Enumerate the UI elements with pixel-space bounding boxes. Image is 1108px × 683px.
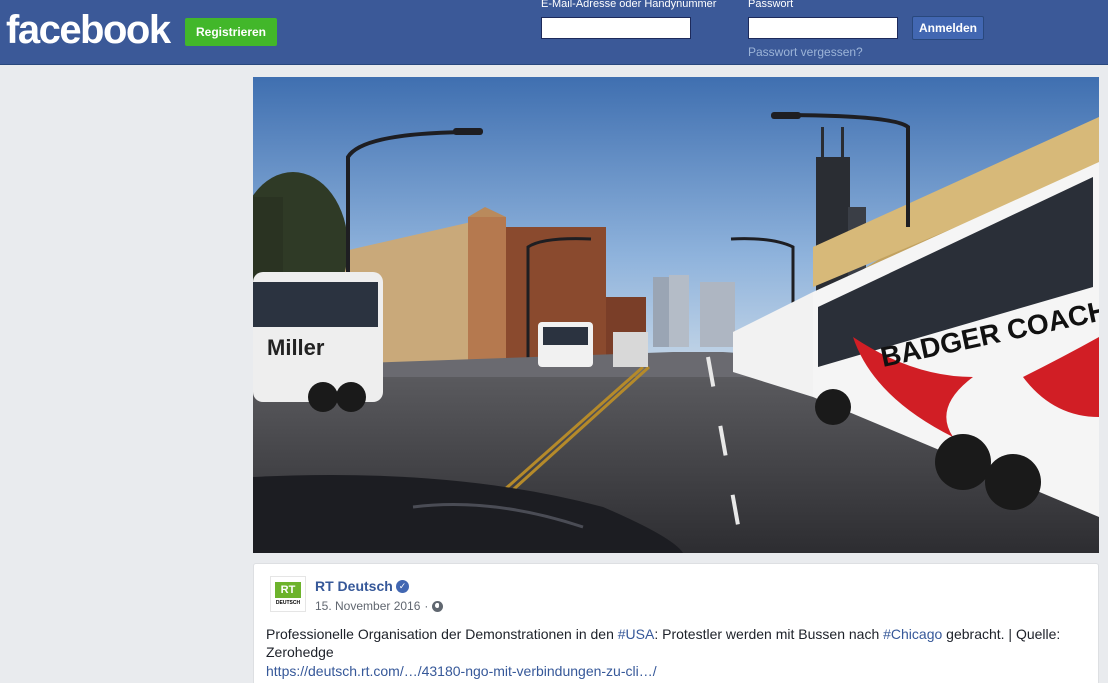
post-date[interactable]: 15. November 2016 — [315, 599, 420, 613]
post-message: Professionelle Organisation der Demonstr… — [266, 625, 1086, 661]
page-name-link[interactable]: RT Deutsch — [315, 578, 393, 594]
password-input[interactable] — [748, 17, 898, 39]
page-avatar[interactable]: RT DEUTSCH — [270, 576, 306, 612]
post-video[interactable]: Miller BADGER COACHES — [253, 77, 1099, 553]
login-button[interactable]: Anmelden — [912, 16, 984, 40]
rt-logo-subtext: DEUTSCH — [275, 600, 301, 606]
post-url-link[interactable]: https://deutsch.rt.com/…/43180-ngo-mit-v… — [266, 663, 657, 679]
verified-badge-icon: ✓ — [396, 580, 409, 593]
post-meta: 15. November 2016 · — [315, 599, 444, 613]
post-card: RT DEUTSCH RT Deutsch ✓ 15. November 201… — [253, 563, 1099, 683]
left-bus-label: Miller — [267, 335, 325, 360]
top-navigation-bar: facebook Registrieren E-Mail-Adresse ode… — [0, 0, 1108, 65]
hashtag-chicago[interactable]: #Chicago — [883, 626, 942, 642]
post-text-part2: : Protestler werden mit Bussen nach — [654, 626, 884, 642]
facebook-logo[interactable]: facebook — [6, 8, 171, 52]
video-frame: Miller BADGER COACHES — [253, 77, 1099, 553]
register-button[interactable]: Registrieren — [185, 18, 277, 46]
globe-icon — [432, 600, 444, 612]
email-input[interactable] — [541, 17, 691, 39]
forgot-password-link[interactable]: Passwort vergessen? — [748, 45, 863, 59]
post-text-part1: Professionelle Organisation der Demonstr… — [266, 626, 618, 642]
password-label: Passwort — [748, 0, 794, 10]
email-label: E-Mail-Adresse oder Handynummer — [541, 0, 717, 10]
meta-separator: · — [424, 599, 429, 613]
hashtag-usa[interactable]: #USA — [618, 626, 655, 642]
rt-logo: RT — [275, 582, 301, 598]
